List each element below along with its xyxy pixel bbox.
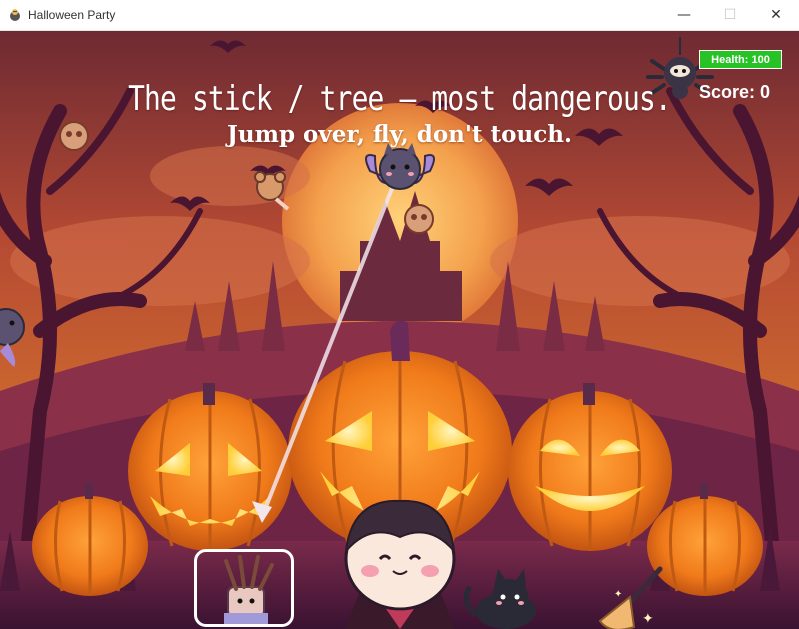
svg-text:✦: ✦ bbox=[642, 611, 654, 627]
cookie-skull-1 bbox=[59, 121, 89, 151]
game-canvas[interactable]: ✦ ✦ The stick / tree — most dangerous. J… bbox=[0, 31, 799, 629]
cookie-skull-2 bbox=[404, 204, 434, 234]
window-title: Halloween Party bbox=[28, 8, 116, 22]
svg-text:✦: ✦ bbox=[614, 589, 622, 600]
close-button[interactable]: ✕ bbox=[753, 0, 799, 30]
vampire-player bbox=[342, 499, 458, 629]
app-icon bbox=[10, 9, 20, 21]
game-scene: ✦ ✦ bbox=[0, 31, 799, 629]
title-bar: Halloween Party — ☐ ✕ bbox=[0, 0, 799, 31]
game-window: Halloween Party — ☐ ✕ ✦ ✦ The stick / tr… bbox=[0, 0, 799, 629]
minimize-button[interactable]: — bbox=[661, 0, 707, 30]
maximize-button[interactable]: ☐ bbox=[707, 0, 753, 30]
